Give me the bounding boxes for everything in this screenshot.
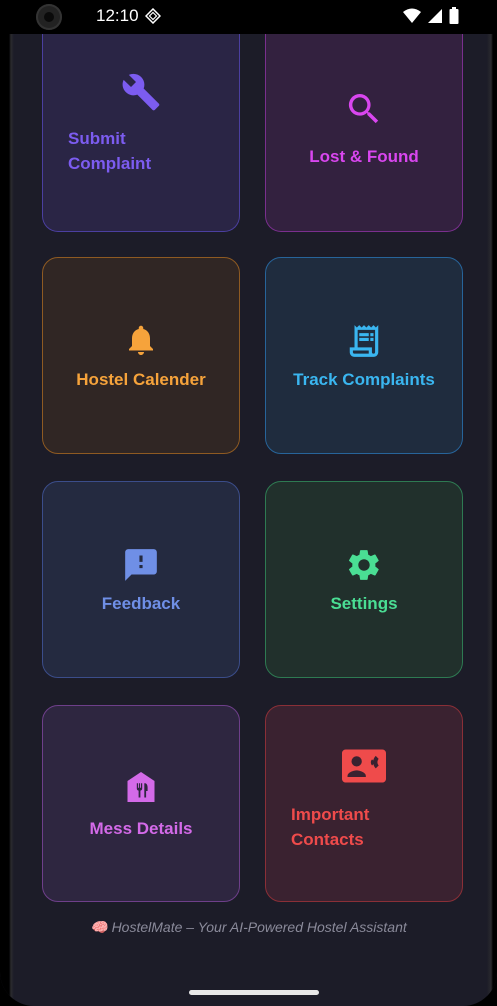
- wifi-icon: [403, 8, 421, 23]
- wrench-icon: [122, 73, 160, 110]
- track-complaints-card[interactable]: Track Complaints: [265, 257, 463, 454]
- footer-tagline: 🧠 HostelMate – Your AI-Powered Hostel As…: [90, 919, 407, 935]
- settings-label: Settings: [330, 593, 398, 613]
- hostel-calender-card[interactable]: Hostel Calender: [42, 257, 240, 454]
- gear-icon: [349, 549, 379, 580]
- front-camera: [36, 4, 62, 30]
- mess-details-card[interactable]: Mess Details: [42, 705, 240, 902]
- bell-icon: [129, 325, 153, 355]
- hostel-calender-label: Hostel Calender: [76, 369, 206, 389]
- important-contacts-label: Important Contacts: [291, 804, 370, 849]
- device-bezel-right: [487, 0, 497, 1006]
- track-complaints-label: Track Complaints: [293, 369, 435, 389]
- receipt-icon: [349, 324, 379, 357]
- status-bar: 12:10: [0, 0, 497, 34]
- lost-and-found-label: Lost & Found: [309, 146, 419, 166]
- lost-and-found-card[interactable]: Lost & Found: [265, 34, 463, 232]
- vpn-key-icon: [145, 8, 161, 24]
- mess-icon: [127, 771, 155, 802]
- device-bezel-left: [0, 0, 14, 1006]
- important-contacts-card[interactable]: Important Contacts: [265, 705, 463, 902]
- status-icons: [403, 7, 459, 24]
- mess-details-label: Mess Details: [89, 818, 193, 838]
- settings-card[interactable]: Settings: [265, 481, 463, 678]
- phone-screen: Submit Complaint Lost & Found Hostel Cal…: [0, 0, 497, 1006]
- contact-card-icon: [342, 749, 386, 782]
- feedback-icon: [125, 548, 157, 581]
- submit-complaint-label: Submit Complaint: [68, 128, 152, 173]
- signal-icon: [428, 8, 442, 23]
- feedback-label: Feedback: [101, 593, 181, 613]
- search-icon: [348, 93, 379, 123]
- feedback-card[interactable]: Feedback: [42, 481, 240, 678]
- status-time: 12:10: [96, 6, 139, 25]
- submit-complaint-card[interactable]: Submit Complaint: [42, 34, 240, 232]
- battery-icon: [449, 7, 459, 24]
- home-indicator[interactable]: [189, 990, 319, 995]
